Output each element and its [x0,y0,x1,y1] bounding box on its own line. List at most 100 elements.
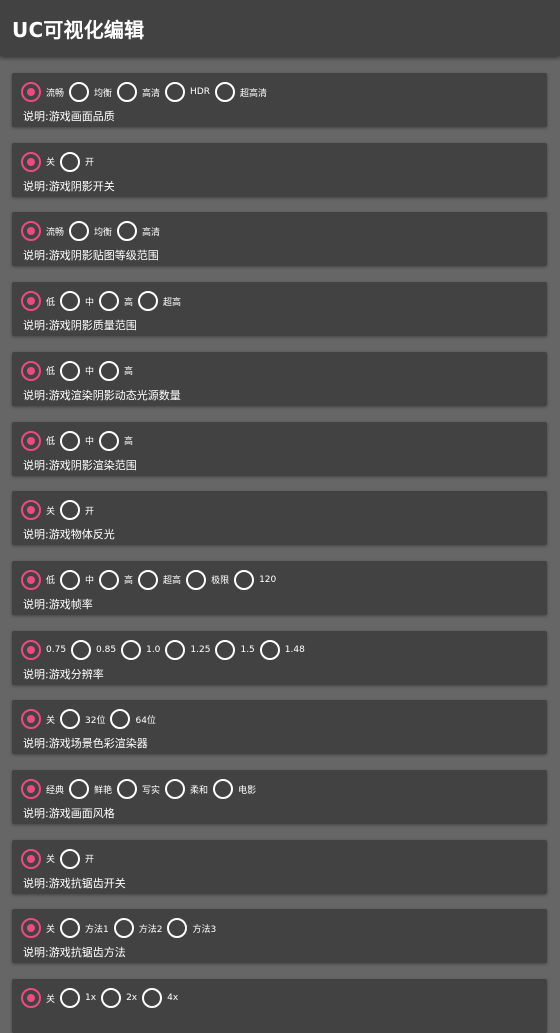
radio-unchecked-icon[interactable] [138,291,159,312]
radio-option[interactable]: 电影 [213,779,256,799]
radio-unchecked-icon[interactable] [99,430,120,451]
radio-option[interactable]: 极限 [186,569,229,590]
radio-option[interactable]: 1.48 [259,639,305,660]
radio-unchecked-icon[interactable] [69,82,90,102]
radio-option[interactable]: 中 [60,291,94,312]
radio-option[interactable]: 中 [60,430,94,451]
radio-option[interactable]: 低 [21,360,55,381]
radio-checked-icon[interactable] [21,430,41,451]
radio-unchecked-icon[interactable] [165,779,186,799]
radio-option[interactable]: 1x [60,988,96,1009]
radio-checked-icon[interactable] [21,709,41,730]
radio-unchecked-icon[interactable] [113,918,134,939]
radio-option[interactable]: 120 [234,569,276,590]
radio-option[interactable]: 高 [99,569,133,590]
radio-unchecked-icon[interactable] [60,848,81,869]
radio-option[interactable]: 高 [99,291,133,312]
radio-unchecked-icon[interactable] [138,569,159,590]
radio-option[interactable]: 关 [21,848,55,869]
radio-unchecked-icon[interactable] [60,709,81,730]
radio-unchecked-icon[interactable] [60,430,81,451]
radio-unchecked-icon[interactable] [259,639,280,660]
radio-unchecked-icon[interactable] [186,569,207,590]
radio-option[interactable]: 写实 [117,779,160,799]
radio-unchecked-icon[interactable] [99,569,120,590]
radio-option[interactable]: 1.25 [165,639,210,660]
radio-unchecked-icon[interactable] [60,360,81,381]
radio-option[interactable]: 4x [142,988,178,1009]
radio-unchecked-icon[interactable] [213,779,234,799]
radio-option[interactable]: 流畅 [21,82,64,102]
radio-option[interactable]: 关 [21,151,55,172]
radio-checked-icon[interactable] [21,151,41,172]
radio-option[interactable]: 高清 [117,82,160,102]
radio-option[interactable]: 1.5 [215,639,255,660]
radio-option[interactable]: 均衡 [69,221,112,242]
radio-option[interactable]: 64位 [110,709,156,730]
radio-unchecked-icon[interactable] [60,918,81,939]
radio-option[interactable]: 关 [21,918,55,939]
radio-option[interactable]: 方法2 [113,918,162,939]
radio-unchecked-icon[interactable] [60,151,81,172]
radio-option[interactable]: 中 [60,569,94,590]
radio-checked-icon[interactable] [21,500,41,521]
radio-option[interactable]: 开 [60,151,94,172]
radio-option[interactable]: 关 [21,988,55,1009]
radio-unchecked-icon[interactable] [121,639,142,660]
radio-checked-icon[interactable] [21,221,41,242]
radio-unchecked-icon[interactable] [165,82,186,102]
radio-unchecked-icon[interactable] [60,500,81,521]
radio-unchecked-icon[interactable] [165,639,186,660]
radio-unchecked-icon[interactable] [99,360,120,381]
radio-checked-icon[interactable] [21,291,41,312]
radio-checked-icon[interactable] [21,918,41,939]
radio-option[interactable]: 高 [99,360,133,381]
radio-option[interactable]: 柔和 [165,779,208,799]
radio-checked-icon[interactable] [21,988,41,1009]
radio-option[interactable]: 超高清 [215,82,267,102]
radio-unchecked-icon[interactable] [117,221,138,242]
radio-unchecked-icon[interactable] [69,221,90,242]
radio-option[interactable]: 方法1 [60,918,109,939]
radio-option[interactable]: 低 [21,569,55,590]
radio-unchecked-icon[interactable] [142,988,163,1009]
radio-unchecked-icon[interactable] [71,639,92,660]
radio-option[interactable]: 开 [60,500,94,521]
radio-option[interactable]: 经典 [21,779,64,799]
radio-option[interactable]: 方法3 [167,918,216,939]
radio-option[interactable]: 超高 [138,569,181,590]
radio-option[interactable]: 低 [21,291,55,312]
radio-option[interactable]: 开 [60,848,94,869]
radio-option[interactable]: 2x [101,988,137,1009]
radio-option[interactable]: 中 [60,360,94,381]
radio-unchecked-icon[interactable] [167,918,188,939]
radio-option[interactable]: 0.85 [71,639,116,660]
radio-unchecked-icon[interactable] [215,639,236,660]
radio-option[interactable]: 0.75 [21,639,66,660]
radio-unchecked-icon[interactable] [215,82,235,102]
radio-option[interactable]: 超高 [138,291,181,312]
radio-checked-icon[interactable] [21,779,41,799]
radio-unchecked-icon[interactable] [110,709,131,730]
radio-option[interactable]: 流畅 [21,221,64,242]
radio-option[interactable]: 鲜艳 [69,779,112,799]
radio-unchecked-icon[interactable] [69,779,90,799]
radio-option[interactable]: 低 [21,430,55,451]
radio-option[interactable]: HDR [165,82,210,102]
radio-unchecked-icon[interactable] [117,779,138,799]
radio-option[interactable]: 32位 [60,709,105,730]
radio-option[interactable]: 均衡 [69,82,112,102]
radio-checked-icon[interactable] [21,82,41,102]
radio-unchecked-icon[interactable] [101,988,122,1009]
radio-option[interactable]: 关 [21,709,55,730]
radio-checked-icon[interactable] [21,848,41,869]
radio-option[interactable]: 高清 [117,221,160,242]
radio-option[interactable]: 高 [99,430,133,451]
radio-checked-icon[interactable] [21,360,41,381]
radio-unchecked-icon[interactable] [99,291,120,312]
radio-option[interactable]: 关 [21,500,55,521]
radio-unchecked-icon[interactable] [60,988,81,1009]
radio-checked-icon[interactable] [21,639,41,660]
radio-option[interactable]: 1.0 [121,639,160,660]
radio-checked-icon[interactable] [21,569,41,590]
